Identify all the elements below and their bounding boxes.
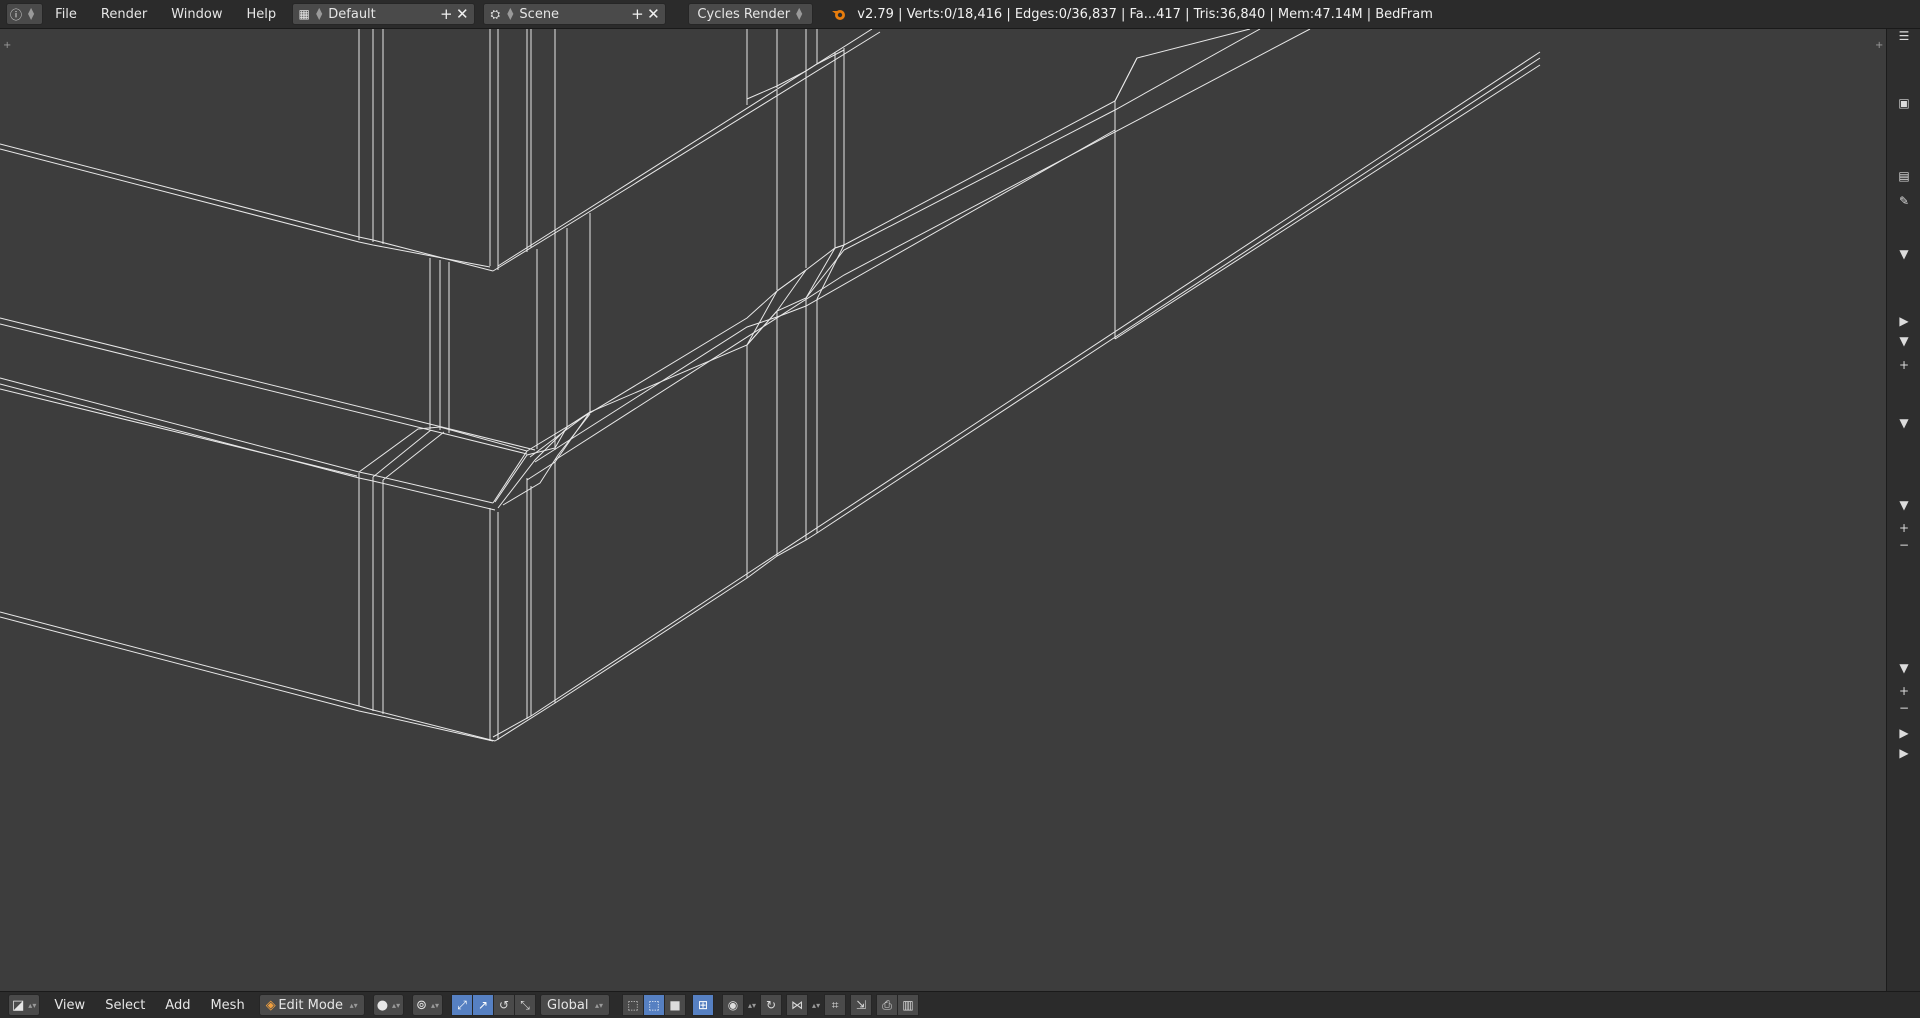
collapse-arrow-icon[interactable]: ▼ bbox=[1887, 416, 1920, 430]
wireframe-mesh bbox=[0, 29, 1541, 742]
dropdown-arrows-icon: ▲ ▼ bbox=[796, 6, 803, 21]
expand-arrow-icon[interactable]: ▶ bbox=[1887, 314, 1920, 328]
proportional-edit-icon[interactable]: ◉ bbox=[722, 994, 745, 1016]
dropdown-arrows-icon: ▴▾ bbox=[392, 1000, 401, 1010]
expand-arrow-icon[interactable]: ▶ bbox=[1887, 726, 1920, 740]
blender-logo-icon bbox=[831, 6, 847, 22]
transform-orientation-selector[interactable]: Global ▴▾ bbox=[540, 994, 611, 1016]
info-icon: ⓘ bbox=[9, 7, 22, 22]
3d-view-icon: ◪ bbox=[12, 997, 25, 1013]
3d-view-header: ◪ ▴▾ View Select Add Mesh ◈ Edit Mode ▴▾… bbox=[0, 991, 1920, 1018]
remove-icon[interactable]: − bbox=[1887, 701, 1920, 715]
shrink-icon[interactable]: ⇲ bbox=[850, 994, 873, 1016]
menu-file[interactable]: File bbox=[47, 7, 89, 22]
interaction-mode-value: Edit Mode bbox=[278, 997, 344, 1013]
screen-layout-name[interactable]: Default bbox=[328, 7, 438, 22]
transform-orientation-value: Global bbox=[547, 997, 589, 1013]
collapse-arrow-icon[interactable]: ▼ bbox=[1887, 498, 1920, 512]
render-icon[interactable]: ▣ bbox=[1887, 96, 1920, 110]
remove-layout-button[interactable]: ✕ bbox=[454, 5, 470, 23]
dropdown-arrows-icon: ▲ ▼ bbox=[507, 6, 514, 21]
viewport-shading-selector[interactable]: ● ▴▾ bbox=[372, 994, 405, 1016]
add-scene-button[interactable]: + bbox=[629, 5, 645, 23]
viewport-corner-handle-icon[interactable]: + bbox=[3, 40, 11, 51]
screen-layout-selector[interactable]: ▦ ▲ ▼ Default + ✕ bbox=[292, 3, 476, 25]
limit-selection-icon[interactable]: ⊞ bbox=[692, 994, 715, 1016]
render-engine-selector[interactable]: Cycles Render ▲ ▼ bbox=[688, 3, 814, 25]
properties-panel-edge[interactable]: ☰ ▣ ▤ ✎ ▼ ▶ ▼ + ▼ ▼ + − ▼ + − ▶ ▶ bbox=[1886, 29, 1920, 991]
add-icon[interactable]: + bbox=[1887, 358, 1920, 372]
menu-add[interactable]: Add bbox=[155, 998, 200, 1013]
menu-help[interactable]: Help bbox=[234, 7, 288, 22]
viewport-corner-handle-icon[interactable]: + bbox=[1875, 40, 1883, 51]
editor-type-selector[interactable]: ⓘ ▲ ▼ bbox=[6, 3, 44, 25]
dropdown-arrows-icon: ▴▾ bbox=[812, 1000, 821, 1010]
translate-manipulator-icon[interactable]: ↗ bbox=[472, 994, 495, 1016]
face-select-icon[interactable]: ■ bbox=[664, 994, 687, 1016]
scene-statistics: v2.79 | Verts:0/18,416 | Edges:0/36,837 … bbox=[857, 6, 1433, 22]
scene-name[interactable]: Scene bbox=[519, 7, 629, 22]
dropdown-arrows-icon: ▴▾ bbox=[748, 1000, 757, 1010]
manipulator-toggle-icon[interactable]: ⤢ bbox=[451, 994, 474, 1016]
remove-scene-button[interactable]: ✕ bbox=[645, 5, 661, 23]
add-icon[interactable]: + bbox=[1887, 521, 1920, 535]
render-preview-icon[interactable]: ⎙ bbox=[876, 994, 899, 1016]
expand-arrow-icon[interactable]: ▶ bbox=[1887, 746, 1920, 760]
pivot-point-icon: ⊚ bbox=[416, 997, 427, 1013]
falloff-icon[interactable]: ↻ bbox=[760, 994, 783, 1016]
properties-icon[interactable]: ▤ bbox=[1887, 169, 1920, 183]
edit-mode-icon: ◈ bbox=[265, 997, 276, 1013]
dropdown-arrows-icon: ▲ ▼ bbox=[28, 6, 35, 21]
interaction-mode-selector[interactable]: ◈ Edit Mode ▴▾ bbox=[258, 994, 365, 1016]
solid-shading-icon: ● bbox=[376, 997, 389, 1013]
collapse-arrow-icon[interactable]: ▼ bbox=[1887, 661, 1920, 675]
scene-icon: ⛭ bbox=[490, 6, 501, 21]
menu-window[interactable]: Window bbox=[159, 7, 234, 22]
vertex-select-icon[interactable]: ⬚ bbox=[622, 994, 645, 1016]
render-engine-name: Cycles Render bbox=[697, 6, 791, 22]
dropdown-arrows-icon: ▴▾ bbox=[349, 1000, 358, 1010]
menu-render[interactable]: Render bbox=[89, 7, 159, 22]
snap-icon[interactable]: ⋈ bbox=[786, 994, 809, 1016]
snap-target-icon[interactable]: ⌗ bbox=[824, 994, 847, 1016]
dropdown-arrows-icon: ▲ ▼ bbox=[316, 6, 323, 21]
scale-manipulator-icon[interactable]: ⤡ bbox=[514, 994, 537, 1016]
add-icon[interactable]: + bbox=[1887, 684, 1920, 698]
render-animation-icon[interactable]: ▥ bbox=[897, 994, 920, 1016]
menu-view[interactable]: View bbox=[44, 998, 95, 1013]
dropdown-arrows-icon: ▴▾ bbox=[594, 1000, 604, 1010]
add-layout-button[interactable]: + bbox=[438, 5, 454, 23]
editor-type-selector[interactable]: ◪ ▴▾ bbox=[8, 994, 41, 1016]
rotate-manipulator-icon[interactable]: ↺ bbox=[493, 994, 516, 1016]
collapse-arrow-icon[interactable]: ▼ bbox=[1887, 247, 1920, 261]
dropdown-arrows-icon: ▴▾ bbox=[28, 1000, 37, 1010]
pivot-point-selector[interactable]: ⊚ ▴▾ bbox=[412, 994, 444, 1016]
pin-icon[interactable]: ✎ bbox=[1887, 194, 1920, 208]
edge-select-icon[interactable]: ⬚ bbox=[643, 994, 666, 1016]
3d-viewport[interactable]: + + bbox=[0, 29, 1886, 991]
remove-icon[interactable]: − bbox=[1887, 538, 1920, 552]
menu-select[interactable]: Select bbox=[95, 998, 155, 1013]
scene-selector[interactable]: ⛭ ▲ ▼ Scene + ✕ bbox=[483, 3, 667, 25]
collapse-arrow-icon[interactable]: ▼ bbox=[1887, 334, 1920, 348]
dropdown-arrows-icon: ▴▾ bbox=[430, 1000, 440, 1010]
layout-icon: ▦ bbox=[298, 7, 310, 21]
info-header: ⓘ ▲ ▼ File Render Window Help ▦ ▲ ▼ Defaul… bbox=[0, 0, 1920, 29]
outliner-icon[interactable]: ☰ bbox=[1887, 29, 1920, 43]
menu-mesh[interactable]: Mesh bbox=[200, 998, 254, 1013]
